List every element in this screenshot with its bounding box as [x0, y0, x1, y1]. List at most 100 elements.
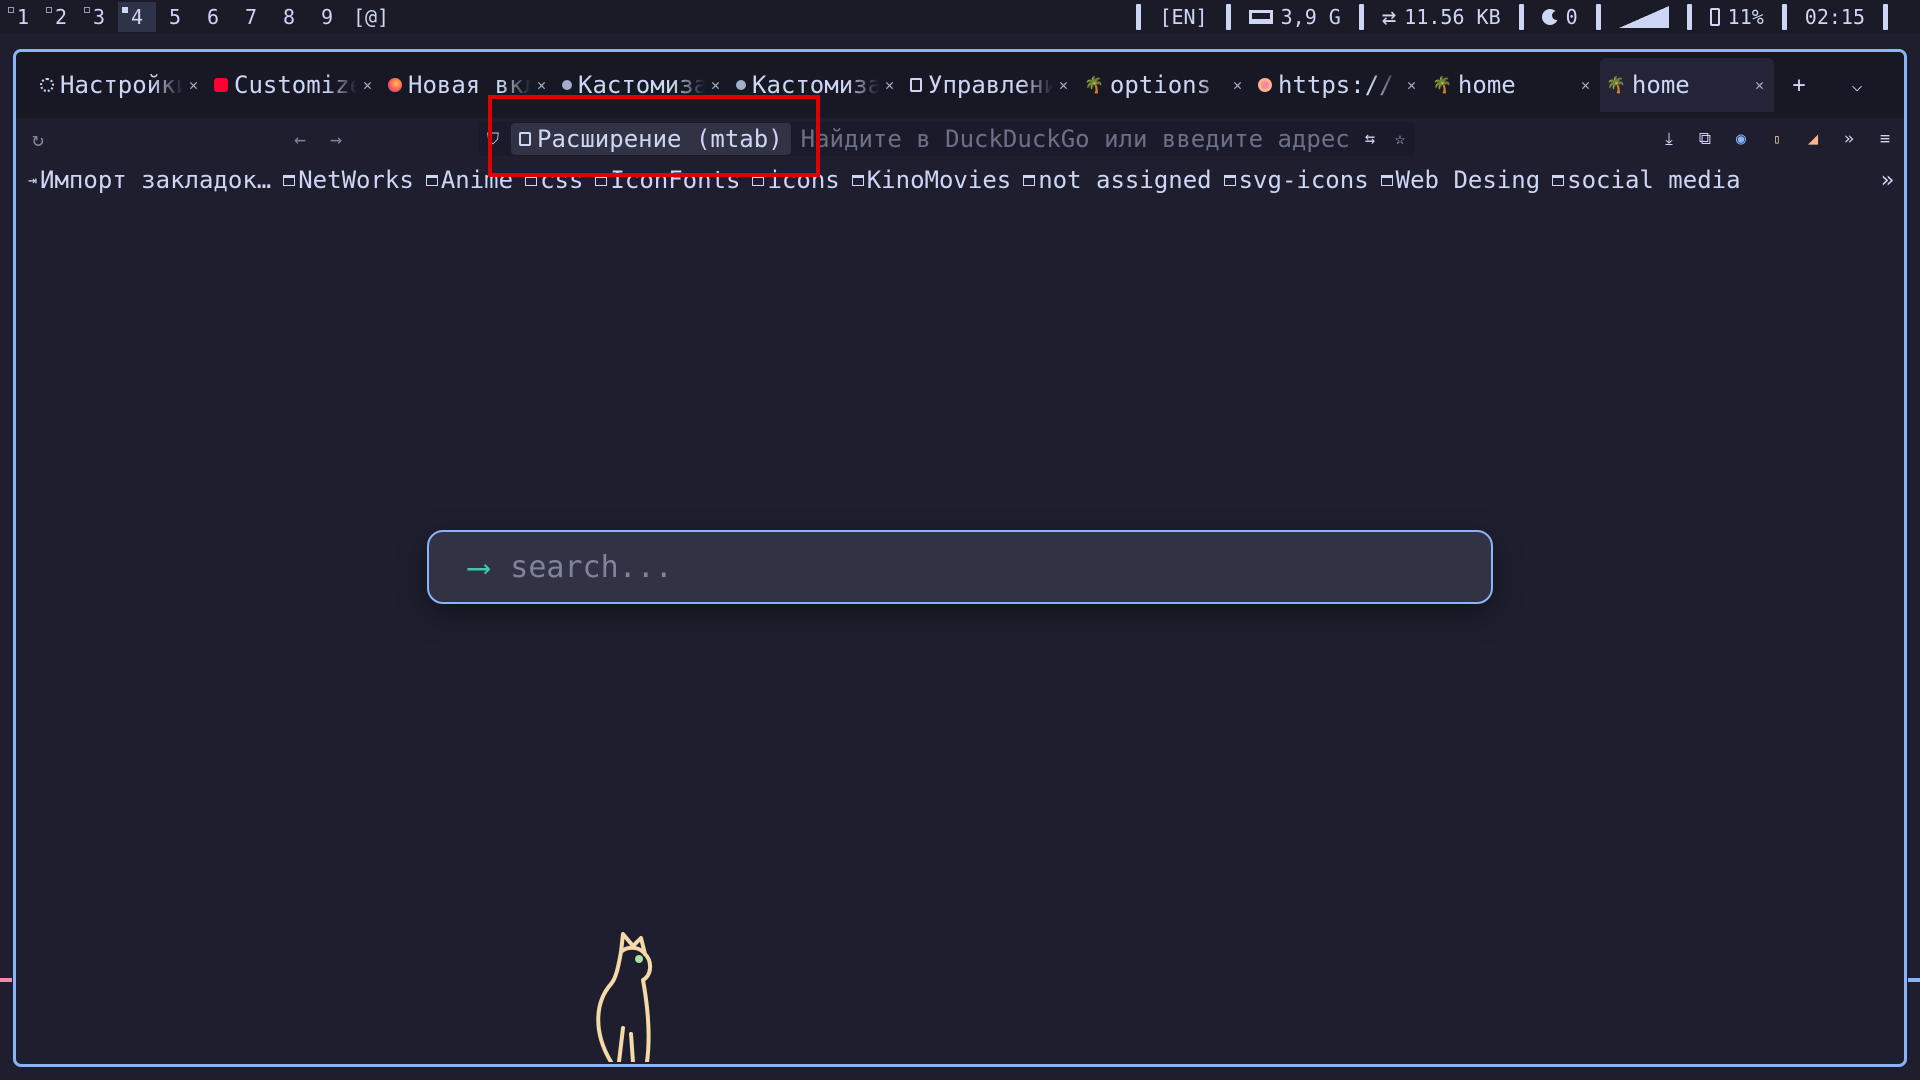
hamburger-menu-icon[interactable]: ≡	[1876, 129, 1894, 149]
keyboard-layout[interactable]: [EN]	[1159, 5, 1207, 29]
workspace-label: 7	[244, 5, 258, 29]
tab-options[interactable]: 🌴 options ✕	[1078, 58, 1252, 112]
tab-youtube[interactable]: Customize ✕	[208, 58, 382, 112]
tab-customization-1[interactable]: Кастомизация ✕	[556, 58, 730, 112]
bookmark-folder[interactable]: IconFonts	[595, 166, 740, 194]
bookmark-folder[interactable]: not assigned	[1023, 166, 1212, 194]
close-icon[interactable]: ✕	[711, 76, 720, 94]
close-icon[interactable]: ✕	[363, 76, 372, 94]
back-arrow-icon[interactable]: ←	[294, 127, 306, 151]
workspace-2[interactable]: 2	[42, 2, 80, 32]
puzzle-icon	[910, 78, 922, 92]
workspace-label: 2	[54, 5, 68, 29]
close-icon[interactable]: ✕	[1407, 76, 1416, 94]
bookmark-folder[interactable]: KinoMovies	[851, 166, 1011, 194]
forward-arrow-icon[interactable]: →	[330, 127, 342, 151]
tab-customization-2[interactable]: Кастомизация ✕	[730, 58, 904, 112]
folder-icon	[752, 174, 765, 186]
bookmark-folder[interactable]: Anime	[425, 166, 514, 194]
bookmark-folder[interactable]: Web Desing	[1380, 166, 1541, 194]
gear-icon	[40, 78, 54, 92]
workspace-indicator-icon	[84, 7, 90, 13]
download-icon[interactable]: ⤓	[1660, 129, 1678, 149]
workspace-8[interactable]: 8	[270, 2, 308, 32]
tab-title: Новая вкладка	[408, 71, 531, 99]
list-all-tabs-button[interactable]: ⌵	[1832, 58, 1882, 112]
new-tab-button[interactable]: +	[1774, 58, 1824, 112]
workspace-6[interactable]: 6	[194, 2, 232, 32]
close-icon[interactable]: ✕	[189, 76, 198, 94]
close-icon[interactable]: ✕	[1581, 76, 1590, 94]
bookmark-label: Anime	[440, 166, 514, 194]
close-icon[interactable]: ✕	[885, 76, 894, 94]
close-icon[interactable]: ✕	[537, 76, 546, 94]
cat-eye	[635, 955, 643, 963]
bookmark-import[interactable]: ⇥ Импорт закладок…	[28, 166, 271, 194]
workspace-special[interactable]: [@]	[346, 2, 396, 32]
system-status-bar: 1 2 3 4 5 6 7 8 9 [@] [EN] 3,9 G ⇄ 11.56 …	[0, 0, 1920, 34]
close-icon[interactable]: ✕	[1755, 76, 1764, 94]
tab-new-tab[interactable]: Новая вкладка ✕	[382, 58, 556, 112]
tab-manage[interactable]: Управление ✕	[904, 58, 1078, 112]
extension-identity-chip[interactable]: Расширение (mtab)	[511, 123, 791, 155]
reload-icon[interactable]: ↻	[32, 127, 44, 151]
search-input[interactable]	[510, 549, 1491, 585]
workspace-7[interactable]: 7	[232, 2, 270, 32]
overflow-chevrons-icon[interactable]: »	[1840, 129, 1858, 149]
workspace-9[interactable]: 9	[308, 2, 346, 32]
tab-title: Кастомизация	[578, 71, 705, 99]
workspace-5[interactable]: 5	[156, 2, 194, 32]
notifications[interactable]: 0	[1541, 5, 1578, 29]
youtube-icon	[214, 78, 228, 92]
bookmark-label: Web Desing	[1395, 166, 1541, 194]
tab-settings[interactable]: Настройки ✕	[34, 58, 208, 112]
extension-yellow-icon[interactable]: ▯	[1768, 132, 1786, 146]
bookmark-label: css	[540, 166, 584, 194]
volume[interactable]	[1618, 6, 1669, 28]
extensions-puzzle-icon[interactable]: ⧉	[1696, 129, 1714, 149]
bookmarks-overflow-chevrons-icon[interactable]: »	[1881, 168, 1894, 193]
tab-home-active[interactable]: 🌴 home ✕	[1600, 58, 1774, 112]
left-edge-marker	[0, 978, 12, 982]
separator	[1225, 4, 1231, 30]
bookmark-label: social media	[1567, 166, 1741, 194]
tab-home-1[interactable]: 🌴 home ✕	[1426, 58, 1600, 112]
bookmark-folder[interactable]: svg-icons	[1223, 166, 1369, 194]
separator	[1686, 4, 1692, 30]
shield-icon[interactable]: ⛉	[487, 129, 499, 149]
url-input[interactable]	[790, 125, 1355, 153]
plus-icon: +	[1792, 72, 1806, 98]
workspace-label: 3	[92, 5, 106, 29]
bookmark-folder[interactable]: social media	[1552, 166, 1741, 194]
workspace-indicator-icon	[46, 7, 52, 13]
separator	[1595, 4, 1601, 30]
folder-icon	[525, 174, 538, 186]
folder-icon	[1380, 174, 1393, 186]
close-icon[interactable]: ✕	[1059, 76, 1068, 94]
network-arrows-icon: ⇄	[1381, 3, 1397, 31]
import-icon: ⇥	[28, 171, 38, 189]
compass-icon[interactable]: ◉	[1732, 129, 1750, 149]
bookmark-folder[interactable]: css	[525, 166, 583, 194]
translate-icon[interactable]: ⇆	[1355, 129, 1385, 149]
network-usage: ⇄ 11.56 KB	[1382, 3, 1501, 31]
tab-https[interactable]: https:// ✕	[1252, 58, 1426, 112]
ram-value: 3,9 G	[1280, 5, 1341, 29]
tab-title: Настройки	[60, 71, 183, 99]
url-bar[interactable]: ⛉ Расширение (mtab) ⇆ ☆	[479, 122, 1415, 156]
clock[interactable]: 02:15	[1805, 5, 1865, 29]
puzzle-icon	[519, 132, 531, 146]
folder-icon	[1023, 174, 1036, 186]
bookmark-folder[interactable]: NetWorks	[283, 166, 414, 194]
close-icon[interactable]: ✕	[1233, 76, 1242, 94]
dot-icon	[562, 80, 572, 90]
search-box[interactable]: ⟶	[427, 530, 1493, 604]
star-icon[interactable]: ☆	[1385, 129, 1415, 149]
workspace-1[interactable]: 1	[4, 2, 42, 32]
tab-title: options	[1109, 71, 1212, 99]
workspace-3[interactable]: 3	[80, 2, 118, 32]
extension-orange-icon[interactable]: ◢	[1804, 129, 1822, 149]
bookmark-label: NetWorks	[298, 166, 414, 194]
workspace-4[interactable]: 4	[118, 2, 156, 32]
bookmark-folder[interactable]: icons	[752, 166, 840, 194]
